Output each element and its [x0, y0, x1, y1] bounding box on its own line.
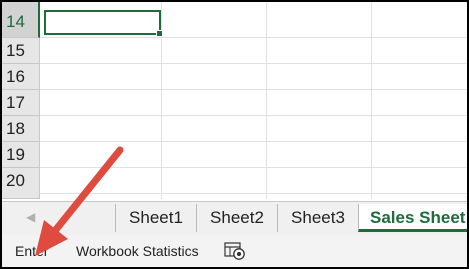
row-header-17[interactable]: 17	[2, 90, 40, 116]
tab-sheet2[interactable]: Sheet2	[196, 204, 277, 232]
scroll-left-icon[interactable]: ◀	[26, 210, 35, 224]
tab-sales-sheet[interactable]: Sales Sheet	[358, 204, 467, 232]
worksheet-grid[interactable]: 14 15 16 17 18 19 20	[2, 2, 467, 199]
status-bar: Enter Workbook Statistics	[2, 235, 467, 267]
sheet-tab-bar: ◀ Sheet1 Sheet2 Sheet3 Sales Sheet	[2, 201, 467, 235]
row-header-15[interactable]: 15	[2, 38, 40, 64]
row-header-20[interactable]: 20	[2, 168, 40, 199]
selected-cell[interactable]	[44, 10, 163, 37]
tab-sheet3[interactable]: Sheet3	[277, 204, 358, 232]
row-header-14[interactable]: 14	[2, 2, 40, 38]
row-header-16[interactable]: 16	[2, 64, 40, 90]
workbook-statistics-label[interactable]: Workbook Statistics	[76, 243, 199, 259]
tab-sheet1[interactable]: Sheet1	[115, 204, 196, 232]
row-header-18[interactable]: 18	[2, 116, 40, 142]
workbook-statistics-icon[interactable]	[224, 241, 246, 266]
fill-handle[interactable]	[156, 30, 163, 37]
status-mode: Enter	[15, 243, 49, 259]
cell-area[interactable]	[40, 2, 467, 199]
row-header-19[interactable]: 19	[2, 142, 40, 168]
excel-window: 14 15 16 17 18 19 20 ◀ Sheet1 Sheet2 She…	[0, 0, 469, 269]
